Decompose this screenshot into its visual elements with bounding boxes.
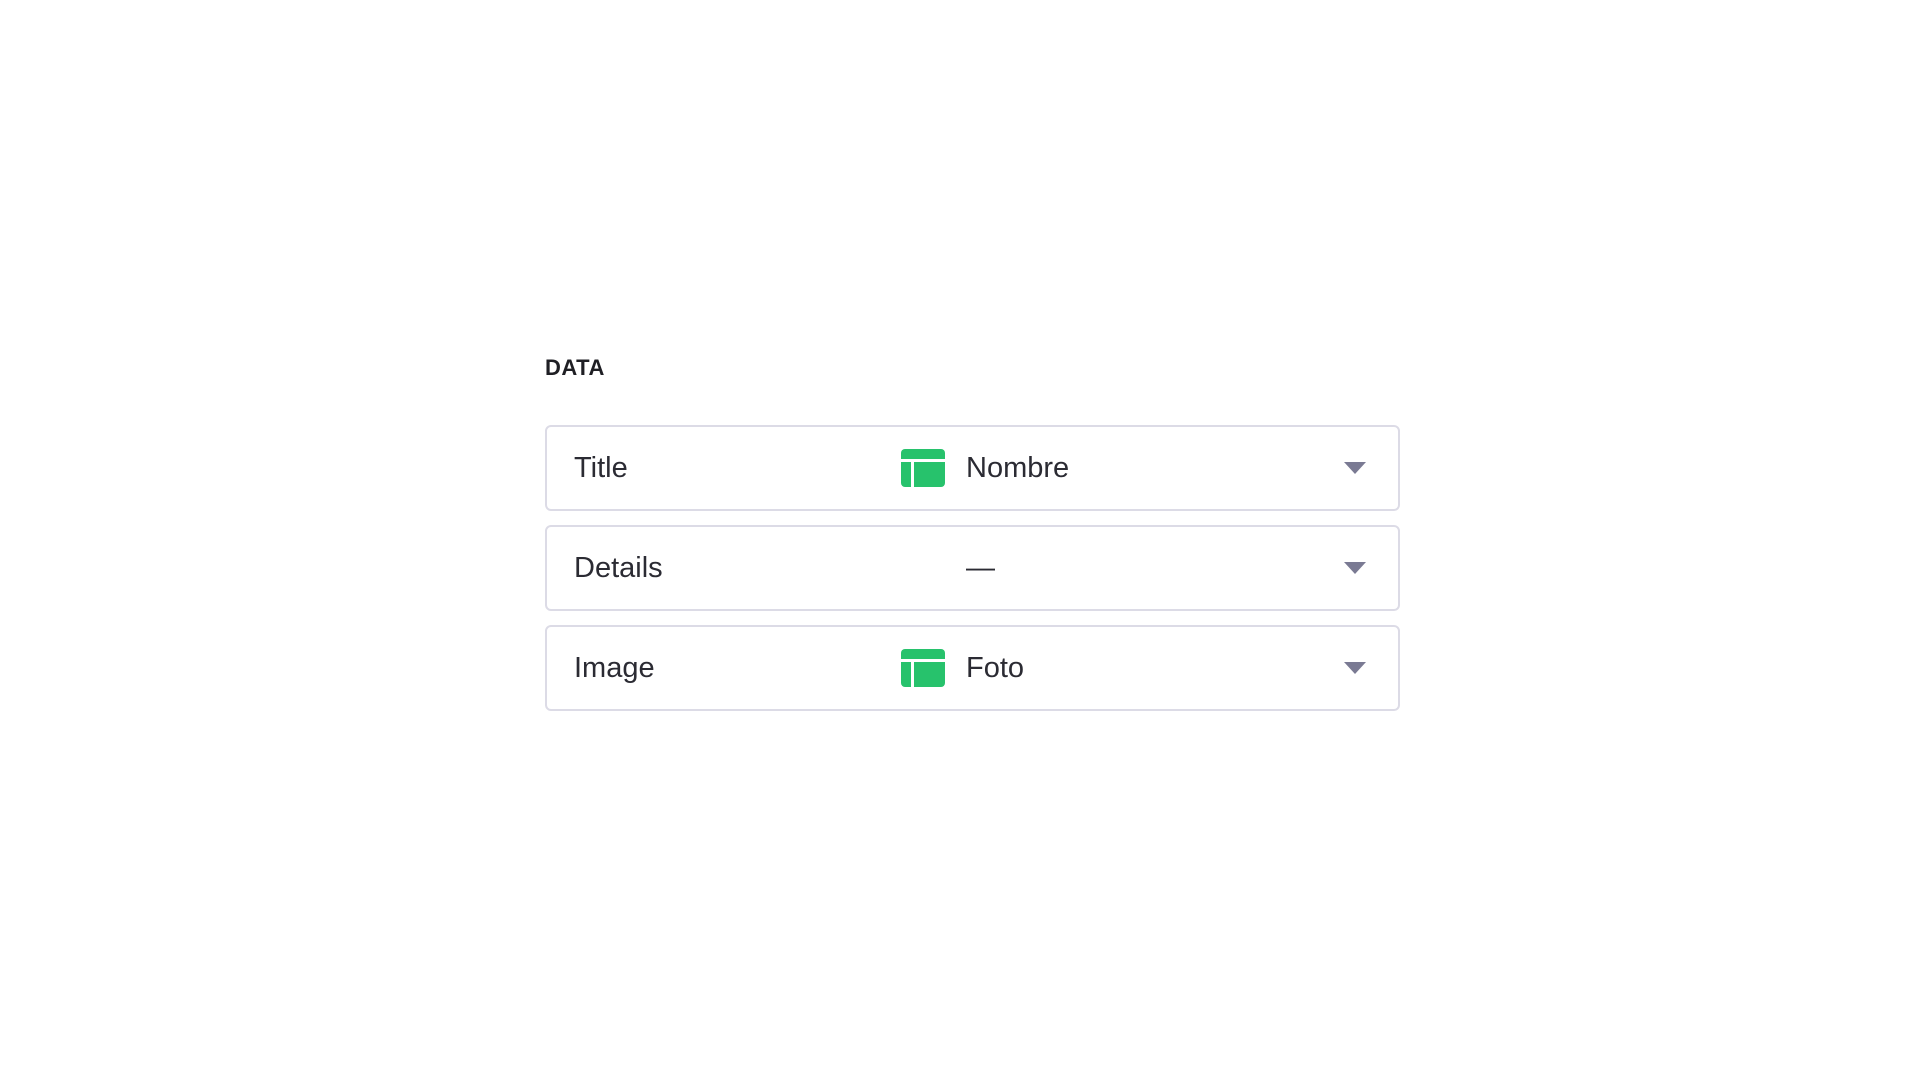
image-field-label: Image [574, 651, 655, 684]
details-field-value: — [901, 527, 995, 609]
image-field-select[interactable]: Image Foto [545, 625, 1400, 711]
details-field-value-text: — [966, 551, 995, 584]
section-title: DATA [545, 355, 605, 380]
chevron-down-icon[interactable] [1344, 662, 1366, 674]
chevron-down-icon[interactable] [1344, 462, 1366, 474]
image-field-value-text: Foto [966, 651, 1025, 684]
table-icon [901, 449, 945, 487]
details-field-select[interactable]: Details — [545, 525, 1400, 611]
data-panel: DATA Title Nombre Details — Image Foto [545, 355, 1400, 725]
title-field-value: Nombre [901, 427, 1069, 509]
details-field-label: Details [574, 551, 663, 584]
title-field-value-text: Nombre [966, 451, 1070, 484]
title-field-select[interactable]: Title Nombre [545, 425, 1400, 511]
image-field-value: Foto [901, 627, 1024, 709]
title-field-label: Title [574, 451, 628, 484]
table-icon [901, 649, 945, 687]
chevron-down-icon[interactable] [1344, 562, 1366, 574]
